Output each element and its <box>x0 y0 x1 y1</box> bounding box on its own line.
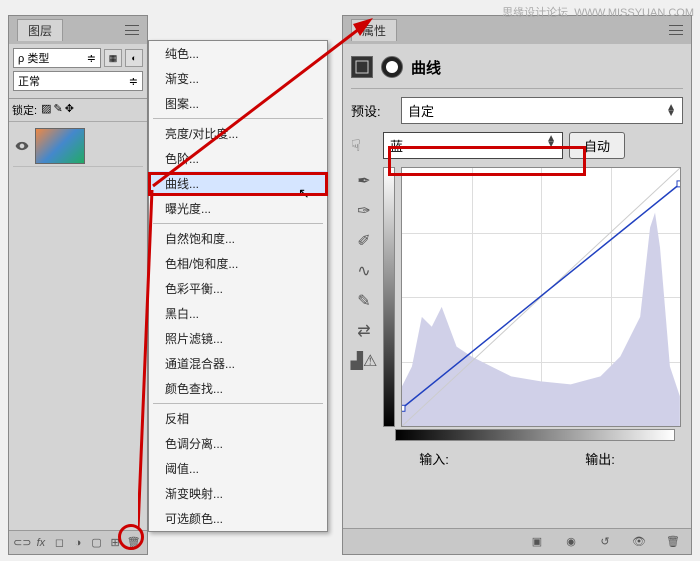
input-label: 输入: <box>419 449 449 468</box>
auto-button[interactable]: 自动 <box>569 132 625 159</box>
menu-color-balance[interactable]: 色彩平衡... <box>149 276 327 301</box>
curves-adjust-icon[interactable] <box>351 56 373 78</box>
delete-adjustment-icon[interactable]: 🗑 <box>665 534 681 550</box>
reset-icon[interactable]: ↺ <box>597 534 613 550</box>
menu-channel-mixer[interactable]: 通道混合器... <box>149 351 327 376</box>
channel-dropdown[interactable]: 蓝 ▲▼ <box>383 132 563 159</box>
eyedropper-white-icon[interactable]: ✐ <box>354 231 374 251</box>
menu-brightness[interactable]: 亮度/对比度... <box>149 121 327 146</box>
lock-transparent-icon[interactable]: ▨ <box>41 102 51 118</box>
smooth-tool-icon[interactable]: ⇄ <box>354 321 374 341</box>
delete-icon[interactable]: 🗑 <box>126 535 142 551</box>
blend-mode-dropdown[interactable]: 正常≑ <box>13 71 143 91</box>
filter-adjust-icon[interactable]: ◐ <box>125 49 143 67</box>
clip-to-layer-icon[interactable]: ▣ <box>529 534 545 550</box>
clip-hist-icon[interactable]: ▟⚠ <box>354 351 374 371</box>
layer-item[interactable] <box>13 126 143 167</box>
curve-point-tool-icon[interactable]: ∿ <box>354 261 374 281</box>
adjustment-context-menu: 纯色... 渐变... 图案... 亮度/对比度... 色阶... 曲线... … <box>148 40 328 532</box>
new-layer-icon[interactable]: ⊞ <box>107 535 123 551</box>
eyedropper-gray-icon[interactable]: ✑ <box>354 201 374 221</box>
lock-paint-icon[interactable]: ✎ <box>53 102 62 118</box>
eyedropper-black-icon[interactable]: ✒ <box>354 171 374 191</box>
preset-label: 预设: <box>351 101 395 120</box>
view-previous-icon[interactable]: ◉ <box>563 534 579 550</box>
menu-pattern[interactable]: 图案... <box>149 91 327 116</box>
filter-pixel-icon[interactable]: ▦ <box>104 49 122 67</box>
menu-selective-color[interactable]: 可选颜色... <box>149 506 327 531</box>
adjustment-title: 曲线 <box>411 57 441 78</box>
menu-gradient-map[interactable]: 渐变映射... <box>149 481 327 506</box>
layer-mask-icon[interactable] <box>381 56 403 78</box>
link-layers-icon[interactable]: ⊂⊃ <box>14 535 30 551</box>
menu-posterize[interactable]: 色调分离... <box>149 431 327 456</box>
mask-icon[interactable]: ◻ <box>51 535 67 551</box>
lock-position-icon[interactable]: ✥ <box>65 102 74 118</box>
fx-icon[interactable]: fx <box>33 535 49 551</box>
menu-photo-filter[interactable]: 照片滤镜... <box>149 326 327 351</box>
panel-menu-icon[interactable] <box>125 25 139 35</box>
curves-graph[interactable] <box>401 167 681 427</box>
menu-hue-sat[interactable]: 色相/饱和度... <box>149 251 327 276</box>
layers-panel-header: 图层 <box>9 16 147 44</box>
adjustment-layer-icon[interactable]: ◑ <box>70 535 86 551</box>
menu-levels[interactable]: 色阶... <box>149 146 327 171</box>
on-image-tool-icon[interactable]: ☟ <box>351 136 377 156</box>
menu-threshold[interactable]: 阈值... <box>149 456 327 481</box>
cursor-icon: ↖ <box>298 185 310 202</box>
properties-tab[interactable]: 属性 <box>351 19 397 41</box>
input-gradient <box>395 429 675 441</box>
output-gradient <box>383 167 395 427</box>
menu-color-lookup[interactable]: 颜色查找... <box>149 376 327 401</box>
menu-bw[interactable]: 黑白... <box>149 301 327 326</box>
menu-invert[interactable]: 反相 <box>149 406 327 431</box>
preset-dropdown[interactable]: 自定 ▲▼ <box>401 97 683 124</box>
output-label: 输出: <box>585 449 615 468</box>
layer-thumbnail[interactable] <box>35 128 85 164</box>
menu-vibrance[interactable]: 自然饱和度... <box>149 226 327 251</box>
properties-panel-header: 属性 <box>343 16 691 44</box>
group-icon[interactable]: ▢ <box>89 535 105 551</box>
layers-tab[interactable]: 图层 <box>17 19 63 41</box>
filter-type-dropdown[interactable]: ρ 类型≑ <box>13 48 101 68</box>
properties-panel: 属性 曲线 预设: 自定 ▲▼ ☟ 蓝 ▲▼ 自动 ✒ ✑ <box>342 15 692 555</box>
panel-menu-icon[interactable] <box>669 25 683 35</box>
toggle-visibility-icon[interactable]: 👁 <box>631 534 647 550</box>
menu-gradient[interactable]: 渐变... <box>149 66 327 91</box>
visibility-eye-icon[interactable] <box>15 139 29 153</box>
curve-line <box>402 168 680 426</box>
watermark: 思缘设计论坛 WWW.MISSYUAN.COM <box>502 4 694 20</box>
layers-panel: 图层 ρ 类型≑ ▦ ◐ 正常≑ 锁定: ▨ ✎ ✥ ⊂⊃ fx ◻ ◑ <box>8 15 148 555</box>
lock-row: 锁定: ▨ ✎ ✥ <box>9 99 147 122</box>
pencil-tool-icon[interactable]: ✎ <box>354 291 374 311</box>
menu-solid-color[interactable]: 纯色... <box>149 41 327 66</box>
